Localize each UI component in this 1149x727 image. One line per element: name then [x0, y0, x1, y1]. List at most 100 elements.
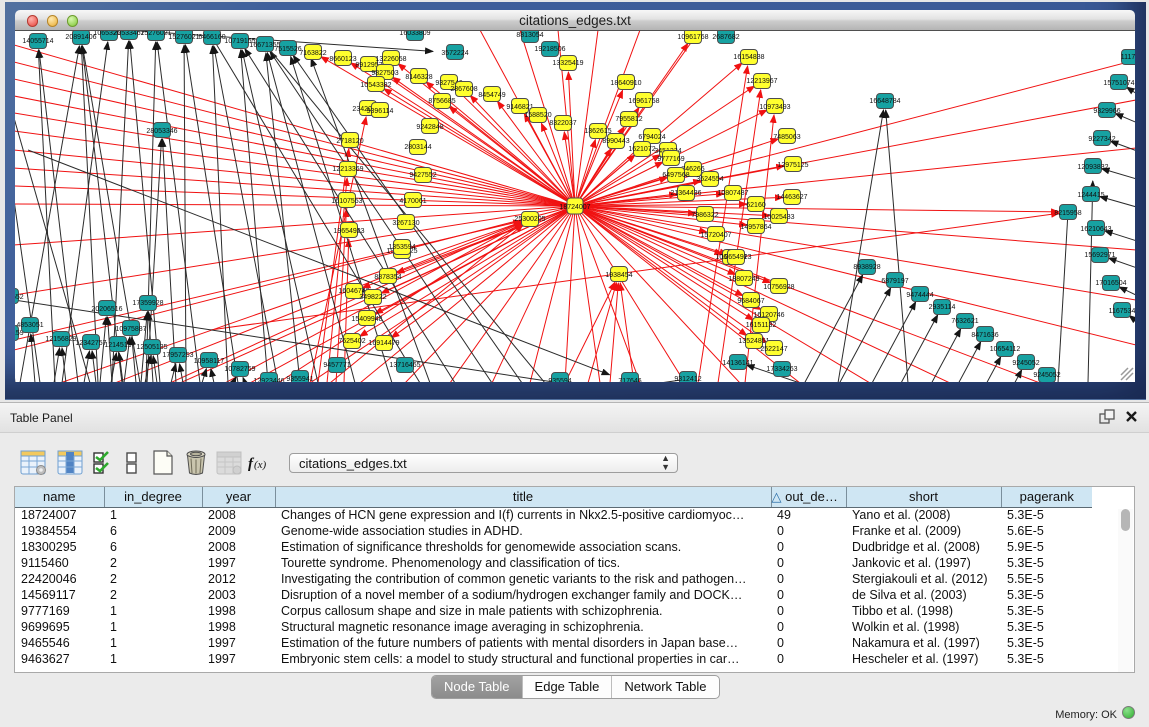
svg-text:1588520: 1588520 — [524, 112, 551, 119]
svg-text:15692971: 15692971 — [1084, 252, 1115, 259]
svg-text:9242848: 9242848 — [416, 124, 443, 131]
svg-text:9457771: 9457771 — [323, 362, 350, 369]
svg-text:8471636: 8471636 — [971, 332, 998, 339]
svg-text:16648784: 16648784 — [869, 98, 900, 105]
svg-text:16210643: 16210643 — [1080, 226, 1111, 233]
svg-text:10654112: 10654112 — [990, 346, 1021, 353]
svg-text:20206516: 20206516 — [91, 306, 122, 313]
svg-text:16961758: 16961758 — [628, 98, 659, 105]
svg-text:3267130: 3267130 — [392, 220, 419, 227]
svg-text:(x): (x) — [254, 459, 267, 471]
svg-text:1938454: 1938454 — [605, 272, 632, 279]
svg-text:10961768: 10961768 — [677, 34, 708, 41]
svg-text:12156829: 12156829 — [45, 336, 76, 343]
svg-text:16151132: 16151132 — [746, 322, 777, 329]
svg-text:13716465: 13716465 — [389, 362, 420, 369]
svg-text:16107553: 16107553 — [331, 198, 362, 205]
svg-text:10025433: 10025433 — [763, 214, 794, 221]
svg-text:8454749: 8454749 — [478, 92, 505, 99]
svg-text:13226058: 13226058 — [375, 56, 406, 63]
svg-text:19218506: 19218506 — [534, 46, 565, 53]
svg-text:17334263: 17334263 — [766, 366, 797, 373]
svg-text:14463627: 14463627 — [776, 194, 807, 201]
svg-text:9355941: 9355941 — [286, 376, 313, 382]
svg-text:1353594: 1353594 — [388, 244, 415, 251]
svg-text:12342757: 12342757 — [75, 340, 106, 347]
svg-text:14136141: 14136141 — [722, 360, 753, 367]
svg-text:8146328: 8146328 — [405, 74, 432, 81]
svg-text:13325419: 13325419 — [552, 60, 583, 67]
svg-text:12505135: 12505135 — [136, 344, 167, 351]
svg-text:3498222: 3498222 — [359, 294, 386, 301]
svg-text:18640910: 18640910 — [610, 80, 641, 87]
svg-text:19654923: 19654923 — [333, 228, 364, 235]
svg-text:3624554: 3624554 — [696, 176, 723, 183]
svg-text:11178: 11178 — [1121, 54, 1135, 61]
svg-text:9427552: 9427552 — [409, 172, 436, 179]
svg-text:1244415: 1244415 — [1077, 192, 1104, 199]
svg-text:2620652: 2620652 — [15, 294, 24, 301]
svg-text:6497568: 6497568 — [662, 172, 689, 179]
svg-text:8660123: 8660123 — [329, 56, 356, 63]
svg-text:1167534: 1167534 — [1109, 308, 1135, 315]
svg-text:7625402: 7625402 — [338, 338, 365, 345]
svg-text:14055714: 14055714 — [22, 38, 53, 45]
svg-text:15720407: 15720407 — [700, 232, 731, 239]
svg-text:12975125: 12975125 — [777, 162, 808, 169]
svg-text:10782759: 10782759 — [224, 366, 255, 373]
svg-text:7955812: 7955812 — [615, 116, 642, 123]
svg-text:8756685: 8756685 — [428, 98, 455, 105]
svg-text:2522147: 2522147 — [760, 346, 787, 353]
svg-text:16154838: 16154838 — [733, 54, 764, 61]
svg-text:6794024: 6794024 — [638, 134, 665, 141]
svg-text:9827503: 9827503 — [371, 70, 398, 77]
svg-text:18807249: 18807249 — [728, 276, 759, 283]
svg-text:15276021: 15276021 — [140, 31, 171, 37]
svg-text:8322037: 8322037 — [549, 120, 576, 127]
svg-text:9245052: 9245052 — [1033, 372, 1060, 379]
svg-text:7485063: 7485063 — [773, 134, 800, 141]
svg-text:13524851: 13524851 — [738, 338, 769, 345]
svg-text:62160: 62160 — [746, 202, 766, 209]
svg-text:25300205: 25300205 — [514, 216, 545, 223]
svg-text:4853051: 4853051 — [16, 322, 43, 329]
svg-text:8813054: 8813054 — [516, 32, 543, 39]
svg-text:717646: 717646 — [618, 378, 641, 382]
svg-text:2718120: 2718120 — [336, 138, 363, 145]
svg-text:8938928: 8938928 — [853, 264, 880, 271]
svg-text:9396114: 9396114 — [367, 108, 394, 115]
svg-text:7986322: 7986322 — [691, 212, 718, 219]
svg-text:21364436: 21364436 — [670, 190, 701, 197]
svg-text:8215958: 8215958 — [1054, 210, 1081, 217]
svg-text:10807487: 10807487 — [717, 190, 748, 197]
svg-text:12213369: 12213369 — [332, 166, 363, 173]
svg-text:9312412: 9312412 — [674, 376, 701, 382]
svg-text:3572224: 3572224 — [441, 50, 468, 57]
svg-text:7632621: 7632621 — [951, 318, 978, 325]
svg-text:10756928: 10756928 — [763, 284, 794, 291]
svg-text:16033809: 16033809 — [399, 31, 430, 37]
svg-text:1362615: 1362615 — [584, 128, 611, 135]
svg-text:6879197: 6879197 — [881, 278, 908, 285]
svg-text:20891406: 20891406 — [65, 34, 96, 41]
svg-text:10654923: 10654923 — [720, 254, 751, 261]
svg-text:15409948: 15409948 — [351, 316, 382, 323]
svg-text:12093832: 12093832 — [1077, 164, 1108, 171]
svg-text:28053346: 28053346 — [146, 128, 177, 135]
svg-text:9474444: 9474444 — [906, 292, 933, 299]
svg-text:935594: 935594 — [548, 378, 571, 382]
svg-text:9227342: 9227342 — [1088, 136, 1115, 143]
svg-text:17359928: 17359928 — [132, 300, 163, 307]
svg-text:1621072: 1621072 — [628, 146, 655, 153]
svg-text:2687682: 2687682 — [712, 34, 739, 41]
svg-text:10543382: 10543382 — [360, 82, 391, 89]
svg-text:6466160: 6466160 — [198, 34, 225, 41]
svg-text:9329966: 9329966 — [1093, 108, 1120, 115]
svg-text:9777169: 9777169 — [657, 156, 684, 163]
svg-text:9684067: 9684067 — [737, 298, 764, 305]
svg-text:10973493: 10973493 — [759, 104, 790, 111]
svg-text:12213967: 12213967 — [746, 78, 777, 85]
svg-text:7515526: 7515526 — [274, 46, 301, 53]
svg-text:12923446: 12923446 — [253, 378, 284, 382]
svg-text:14957864: 14957864 — [740, 224, 771, 231]
